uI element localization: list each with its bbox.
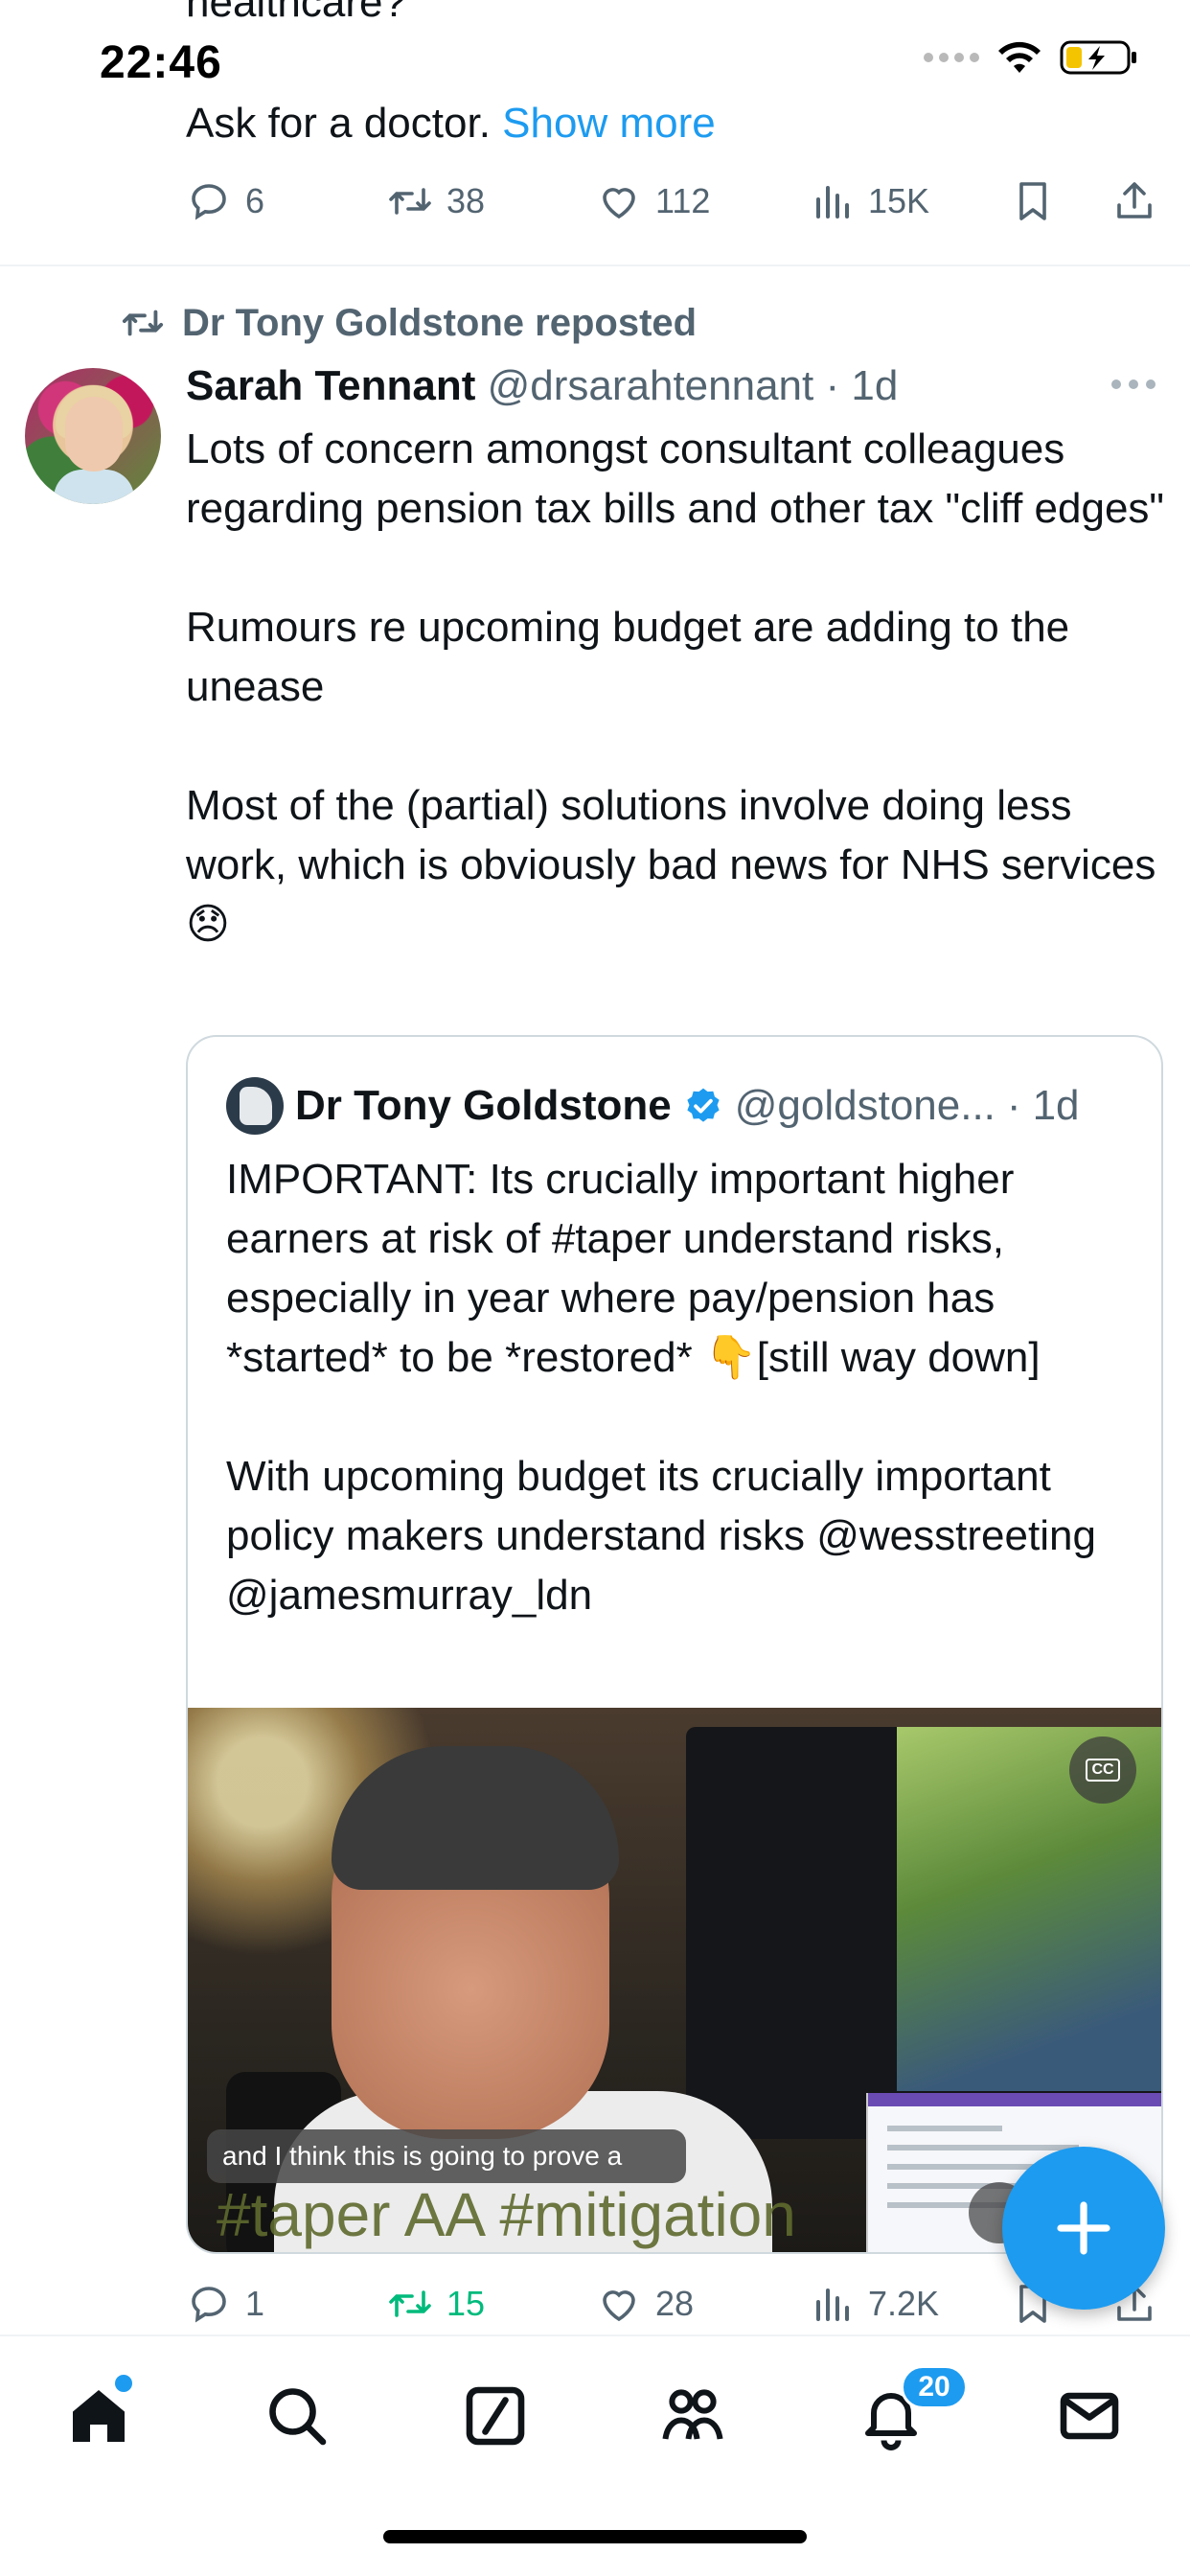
home-indicator <box>383 2530 807 2543</box>
views-count: 7.2K <box>868 2284 940 2323</box>
repost-banner[interactable]: Dr Tony Goldstone reposted <box>121 301 697 345</box>
wifi-icon <box>998 41 1041 73</box>
closed-captions-button[interactable]: CC <box>1069 1736 1136 1804</box>
repost-count: 38 <box>446 181 486 220</box>
reply-count: 1 <box>245 2284 265 2323</box>
author-handle[interactable]: @drsarahtennant <box>488 362 814 409</box>
tab-search[interactable] <box>254 2373 340 2459</box>
tweet-text: Lots of concern amongst consultant colle… <box>186 426 1165 948</box>
status-bar: 22:46 <box>0 0 1190 115</box>
quoted-author-handle: @goldstone... <box>734 1082 995 1129</box>
verified-badge-icon <box>687 1088 720 1122</box>
views-button[interactable]: 15K <box>809 172 929 230</box>
search-icon <box>269 2388 327 2446</box>
share-icon <box>1117 182 1152 218</box>
reply-button[interactable]: 6 <box>186 172 264 230</box>
tab-communities[interactable] <box>650 2373 736 2459</box>
bookmark-button[interactable] <box>1010 172 1056 230</box>
video-overlay-text: #taper AA #mitigation <box>217 2180 796 2249</box>
reply-icon <box>192 2287 226 2323</box>
cc-label: CC <box>1086 1759 1120 1782</box>
quoted-meta-separator: · <box>1006 1082 1021 1129</box>
quoted-author-avatar <box>226 1077 284 1135</box>
views-chart-icon <box>816 2288 849 2321</box>
communities-icon <box>662 2389 723 2440</box>
more-options-icon[interactable] <box>1111 380 1156 389</box>
mail-icon <box>1060 2392 1119 2440</box>
quoted-tweet-card[interactable]: Dr Tony Goldstone @goldstone... · 1d IMP… <box>186 1035 1163 2254</box>
home-unread-dot <box>115 2375 132 2392</box>
repost-button[interactable]: 15 <box>387 2275 485 2333</box>
plus-icon <box>1057 2201 1110 2255</box>
repost-button[interactable]: 38 <box>387 172 485 230</box>
repost-banner-text: Dr Tony Goldstone reposted <box>182 301 698 344</box>
status-time: 22:46 <box>100 37 222 88</box>
repost-icon <box>389 2290 431 2317</box>
tab-grok[interactable] <box>452 2373 538 2459</box>
like-button[interactable]: 112 <box>596 172 710 230</box>
compose-post-button[interactable] <box>1002 2147 1165 2310</box>
quoted-author-line: Dr Tony Goldstone @goldstone... · 1d <box>226 1077 1080 1135</box>
heart-icon <box>603 188 635 219</box>
like-count: 112 <box>655 181 711 220</box>
share-button[interactable] <box>1111 172 1157 230</box>
quoted-tweet-text: IMPORTANT: Its crucially important highe… <box>226 1156 1096 1619</box>
quoted-author-name: Dr Tony Goldstone <box>295 1082 672 1129</box>
like-count: 28 <box>655 2284 695 2323</box>
views-button[interactable]: 7.2K <box>809 2275 939 2333</box>
repost-count: 15 <box>446 2284 486 2323</box>
views-count: 15K <box>868 181 930 220</box>
previous-tweet-actions: 6 38 112 15K <box>186 172 1173 230</box>
repost-icon <box>389 188 431 215</box>
grok-icon <box>466 2386 525 2446</box>
heart-icon <box>603 2290 635 2322</box>
repost-icon <box>122 310 164 336</box>
tab-messages[interactable] <box>1046 2373 1133 2459</box>
meta-separator: · <box>813 362 852 409</box>
reply-count: 6 <box>245 181 265 220</box>
quoted-timestamp: 1d <box>1032 1082 1080 1129</box>
battery-charging-icon <box>1060 40 1136 75</box>
reply-button[interactable]: 1 <box>186 2275 264 2333</box>
tweet-divider <box>0 264 1190 266</box>
like-button[interactable]: 28 <box>596 2275 694 2333</box>
video-player[interactable]: #taper AA #mitigation and I think this i… <box>188 1708 1161 2252</box>
reply-icon <box>192 184 226 220</box>
author-avatar[interactable] <box>25 368 161 504</box>
author-name[interactable]: Sarah Tennant <box>186 362 475 409</box>
views-chart-icon <box>816 186 849 218</box>
video-caption: and I think this is going to prove a <box>207 2129 686 2183</box>
cellular-signal-icon <box>924 53 979 62</box>
notifications-badge: 20 <box>901 2365 968 2409</box>
tweet-timestamp[interactable]: 1d <box>851 362 898 409</box>
status-icons <box>924 38 1138 77</box>
bookmark-icon <box>1019 182 1046 220</box>
tweet-author-line: Sarah Tennant @drsarahtennant · 1d <box>186 362 898 410</box>
